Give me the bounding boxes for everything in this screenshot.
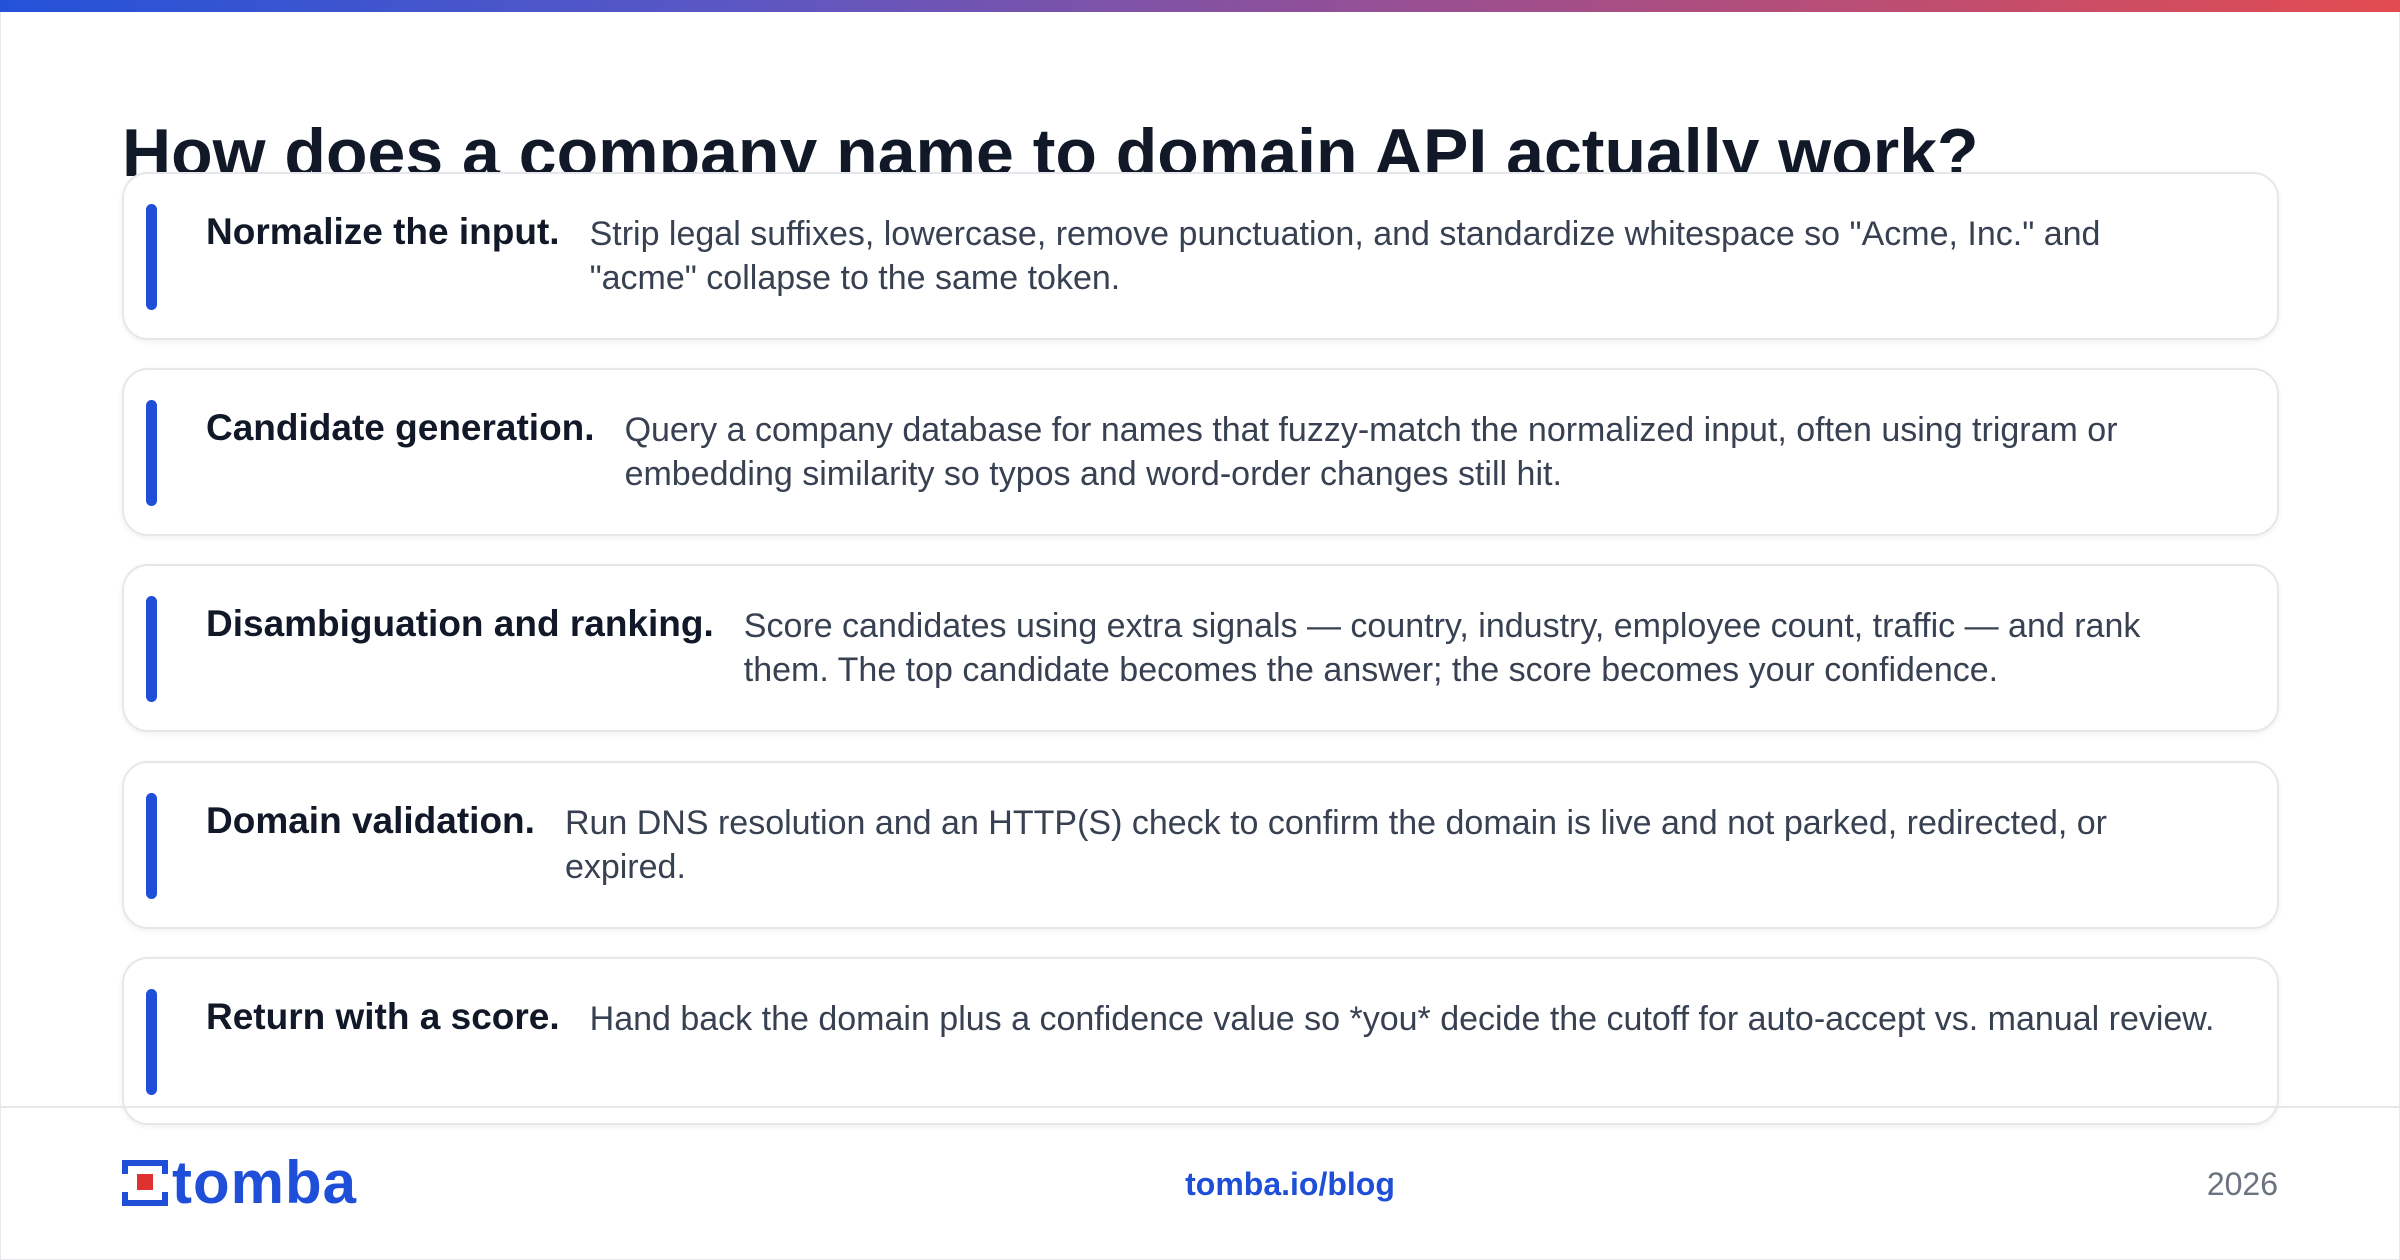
step-heading: Disambiguation and ranking. bbox=[206, 603, 714, 644]
logo-wordmark: tomba bbox=[172, 1149, 357, 1216]
step-heading: Domain validation. bbox=[206, 800, 535, 841]
page-title: How does a company name to domain API ac… bbox=[122, 115, 1979, 176]
tomba-logo[interactable]: tomba bbox=[122, 1149, 357, 1216]
step-description: Query a company database for names that … bbox=[624, 411, 2118, 493]
step-heading: Candidate generation. bbox=[206, 407, 595, 448]
step-description: Strip legal suffixes, lowercase, remove … bbox=[589, 215, 2101, 297]
footer-year: 2026 bbox=[2206, 1166, 2278, 1202]
step-description: Run DNS resolution and an HTTP(S) check … bbox=[564, 804, 2107, 886]
card-accent-bar bbox=[146, 596, 157, 702]
step-heading: Normalize the input. bbox=[206, 211, 560, 252]
card-accent-bar bbox=[146, 793, 157, 899]
card-accent-bar bbox=[146, 400, 157, 506]
step-card-domain-validation: Domain validation. Run DNS resolution an… bbox=[122, 761, 2279, 929]
step-description: Hand back the domain plus a confidence v… bbox=[589, 1000, 2215, 1038]
card-accent-bar bbox=[146, 989, 157, 1095]
step-card-candidate-generation: Candidate generation. Query a company da… bbox=[122, 368, 2279, 536]
footer-divider bbox=[0, 1106, 2400, 1108]
step-card-disambiguation: Disambiguation and ranking. Score candid… bbox=[122, 564, 2279, 732]
gradient-top-bar bbox=[0, 0, 2400, 12]
tomba-logo-icon bbox=[122, 1160, 168, 1206]
step-card-normalize: Normalize the input. Strip legal suffixe… bbox=[122, 172, 2279, 340]
card-accent-bar bbox=[146, 204, 157, 310]
step-description: Score candidates using extra signals — c… bbox=[743, 607, 2141, 689]
blog-link[interactable]: tomba.io/blog bbox=[1100, 1162, 1480, 1206]
step-heading: Return with a score. bbox=[206, 996, 560, 1037]
step-card-return-score: Return with a score. Hand back the domai… bbox=[122, 957, 2279, 1125]
